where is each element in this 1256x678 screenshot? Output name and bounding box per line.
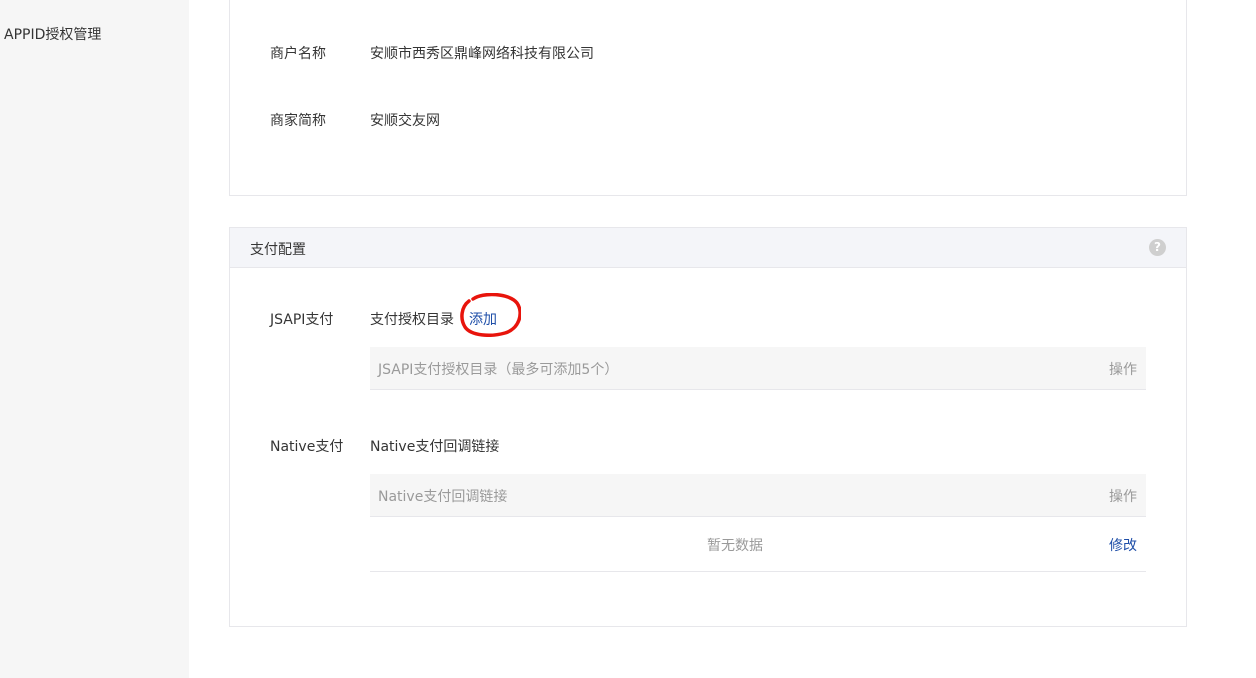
native-table-col-action: 操作 (1109, 489, 1137, 505)
empty-state-text: 暂无数据 (707, 538, 763, 554)
payment-config-header: 支付配置 ? (230, 228, 1186, 268)
native-pay-label: Native支付 (270, 439, 344, 455)
jsapi-dir-label: 支付授权目录 (370, 312, 454, 328)
sidebar-item-appid-auth[interactable]: APPID授权管理 (4, 24, 101, 44)
payment-config-panel: 支付配置 ? JSAPI支付 支付授权目录 添加 JSAPI支付授权目录（最多可… (229, 227, 1187, 627)
native-table-col-callback: Native支付回调链接 (378, 489, 508, 505)
native-table-header: Native支付回调链接 操作 (370, 474, 1146, 517)
edit-callback-link[interactable]: 修改 (1109, 535, 1137, 555)
merchant-info-panel: 商户名称 安顺市西秀区鼎峰网络科技有限公司 商家简称 安顺交友网 (229, 0, 1187, 196)
merchant-short-name-value: 安顺交友网 (370, 113, 440, 129)
native-table-row: 暂无数据 修改 (370, 517, 1146, 572)
merchant-name-label: 商户名称 (270, 46, 326, 62)
jsapi-pay-label: JSAPI支付 (270, 312, 334, 328)
merchant-short-name-label: 商家简称 (270, 113, 326, 129)
native-callback-label: Native支付回调链接 (370, 439, 500, 455)
jsapi-table-header: JSAPI支付授权目录（最多可添加5个） 操作 (370, 347, 1146, 390)
jsapi-table-col-dir: JSAPI支付授权目录（最多可添加5个） (378, 362, 619, 378)
add-dir-link[interactable]: 添加 (469, 309, 497, 329)
help-icon[interactable]: ? (1149, 239, 1166, 256)
merchant-name-value: 安顺市西秀区鼎峰网络科技有限公司 (370, 46, 594, 62)
payment-config-title: 支付配置 (250, 242, 306, 258)
sidebar: APPID授权管理 (0, 0, 189, 678)
jsapi-table-col-action: 操作 (1109, 362, 1137, 378)
